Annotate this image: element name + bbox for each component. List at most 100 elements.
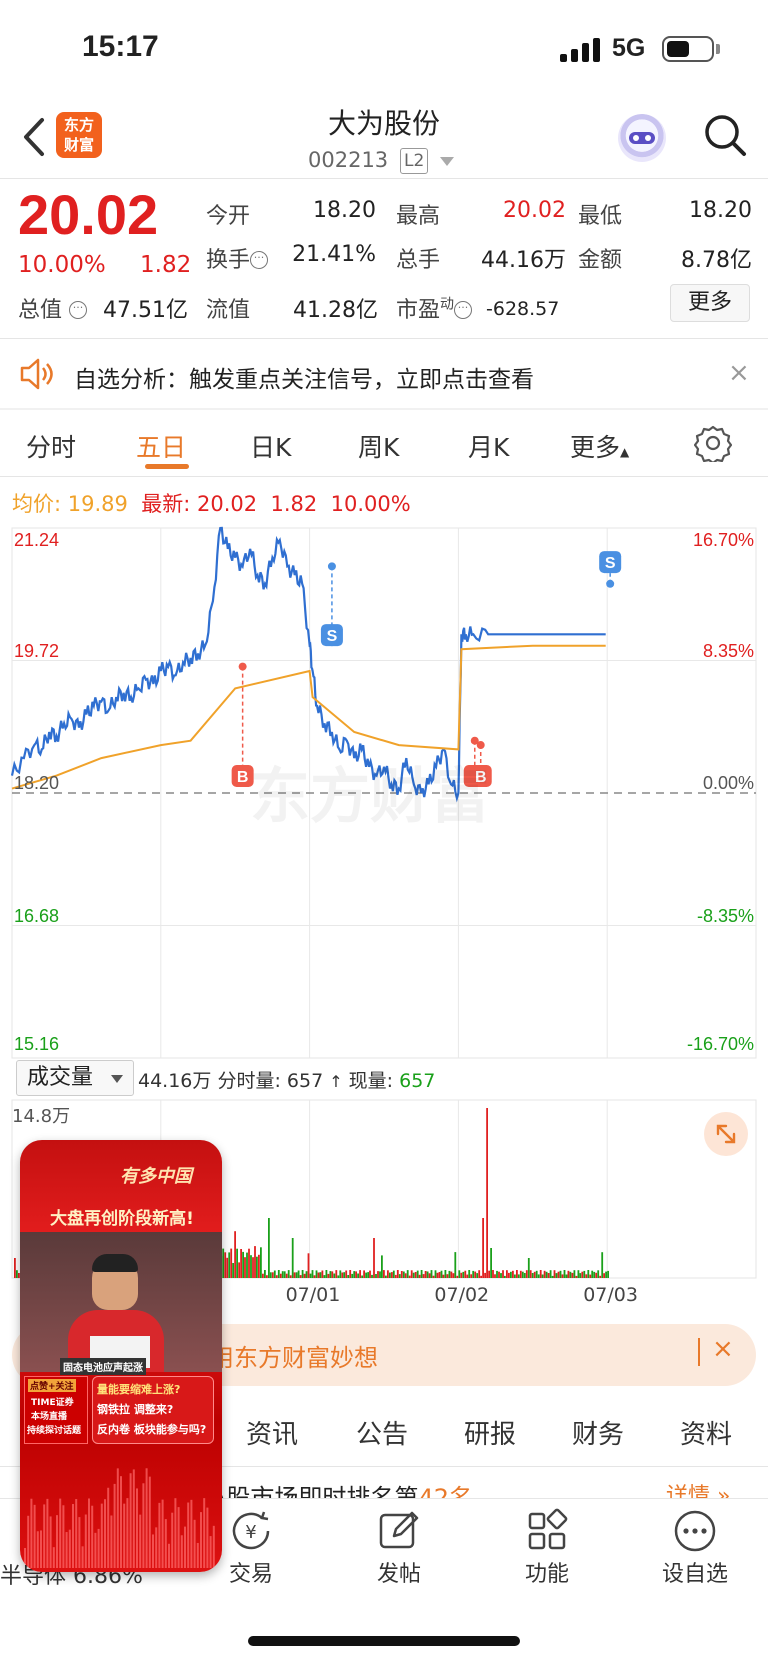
- more-button[interactable]: 更多: [670, 284, 750, 322]
- volume-bar: [396, 1270, 399, 1278]
- volume-bar: [226, 1257, 229, 1278]
- volume-bar: [293, 1272, 296, 1278]
- nav-watchlist-label[interactable]: 设自选: [645, 1556, 745, 1588]
- close-icon[interactable]: ×: [712, 1334, 734, 1364]
- volume-bar: [464, 1270, 467, 1278]
- video-bar: [212, 1525, 215, 1568]
- volume-bar: [601, 1252, 604, 1278]
- volume-bar: [275, 1275, 278, 1278]
- edit-icon[interactable]: [376, 1508, 422, 1554]
- volume-bar: [476, 1273, 479, 1278]
- volume-bar: [394, 1274, 397, 1278]
- status-time: 15:17: [82, 30, 159, 63]
- volume-bar: [385, 1275, 387, 1278]
- volume-bar: [543, 1270, 546, 1278]
- sell-marker[interactable]: S: [320, 562, 343, 647]
- expand-icon[interactable]: [704, 1112, 748, 1156]
- volume-bar: [341, 1272, 344, 1278]
- video-bar: [68, 1529, 71, 1568]
- tab-daily-k[interactable]: 日K: [250, 428, 291, 464]
- robot-assistant-icon[interactable]: [618, 114, 666, 162]
- volume-bar: [569, 1271, 572, 1278]
- close-icon[interactable]: ×: [728, 358, 750, 388]
- volume-bar: [460, 1272, 463, 1278]
- volume-bar: [539, 1270, 542, 1278]
- quote-label: 最低: [578, 204, 623, 229]
- gear-icon[interactable]: [694, 424, 732, 462]
- video-bar: [209, 1536, 212, 1568]
- tab-financials[interactable]: 财务: [572, 1414, 624, 1451]
- volume-bar: [333, 1273, 336, 1278]
- volume-bar: [446, 1274, 449, 1278]
- home-indicator: [248, 1636, 520, 1646]
- quote-label: 今开: [206, 204, 251, 229]
- video-bar: [100, 1503, 103, 1568]
- volume-bar: [347, 1275, 350, 1278]
- volume-bar: [436, 1272, 439, 1278]
- more-icon[interactable]: [672, 1508, 718, 1554]
- volume-bar: [367, 1272, 369, 1278]
- tab-profile[interactable]: 资料: [680, 1414, 732, 1451]
- volume-bar: [440, 1270, 443, 1278]
- banner-text[interactable]: 自选分析：触发重点关注信号，立即点击查看: [74, 360, 534, 394]
- volume-bar: [583, 1270, 586, 1278]
- volume-bar: [408, 1275, 411, 1278]
- level2-badge[interactable]: L2: [400, 148, 429, 174]
- video-bar: [72, 1504, 74, 1568]
- volume-bar: [458, 1270, 461, 1278]
- tab-intraday[interactable]: 分时: [26, 428, 76, 464]
- video-bar: [27, 1515, 30, 1568]
- video-bar: [200, 1512, 202, 1568]
- volume-max-label: 14.8万: [12, 1106, 71, 1127]
- volume-bar: [289, 1275, 292, 1278]
- volume-info: 44.16万 分时量: 657 ↑ 现量: 657: [138, 1070, 436, 1092]
- volume-bar: [510, 1271, 512, 1278]
- volume-bar: [315, 1270, 318, 1278]
- search-icon[interactable]: [700, 110, 750, 160]
- volume-bar: [224, 1252, 227, 1278]
- sell-marker[interactable]: S: [599, 551, 622, 588]
- volume-bar: [365, 1272, 367, 1278]
- volume-bar: [279, 1273, 282, 1278]
- tab-monthly-k[interactable]: 月K: [468, 428, 509, 464]
- tab-news[interactable]: 资讯: [246, 1414, 298, 1451]
- volume-bar: [307, 1253, 310, 1278]
- trade-icon[interactable]: ¥: [228, 1508, 274, 1554]
- volume-bar: [371, 1274, 373, 1278]
- video-bar: [120, 1476, 122, 1568]
- tab-weekly-k[interactable]: 周K: [358, 428, 399, 464]
- promo-text[interactable]: 用东方财富妙想: [210, 1338, 378, 1373]
- indicator-select[interactable]: 成交量: [16, 1060, 134, 1096]
- volume-bar: [527, 1258, 530, 1278]
- tab-five-day[interactable]: 五日: [136, 428, 186, 464]
- separator: [0, 408, 768, 410]
- tab-announcements[interactable]: 公告: [356, 1414, 408, 1451]
- volume-bar: [581, 1271, 584, 1278]
- volume-bar: [472, 1270, 475, 1278]
- tab-research[interactable]: 研报: [464, 1414, 516, 1451]
- video-bar: [84, 1514, 87, 1568]
- volume-bar: [426, 1271, 429, 1278]
- volume-bar: [242, 1251, 244, 1278]
- volume-bar: [517, 1274, 520, 1278]
- volume-bar: [521, 1271, 524, 1278]
- svg-text:¥: ¥: [245, 1522, 256, 1543]
- volume-bar: [565, 1274, 568, 1278]
- chevron-down-icon[interactable]: [440, 157, 454, 166]
- info-icon[interactable]: ···: [454, 301, 473, 319]
- volume-bar: [299, 1275, 302, 1278]
- grid-icon[interactable]: [524, 1508, 570, 1554]
- tab-more[interactable]: 更多▲: [570, 428, 629, 464]
- video-candles: [24, 1468, 215, 1568]
- volume-bar: [281, 1271, 284, 1278]
- change-amount: 1.82: [140, 252, 192, 278]
- nav-post-label[interactable]: 发帖: [349, 1556, 449, 1588]
- y-left-tick: 19.72: [14, 640, 60, 661]
- battery-icon: [662, 36, 714, 62]
- minute-vol-value: 657: [286, 1070, 324, 1092]
- volume-bar: [585, 1274, 588, 1278]
- volume-bar: [597, 1270, 600, 1278]
- info-icon[interactable]: ···: [69, 301, 88, 319]
- floating-live-video[interactable]: 有多中国 大盘再创阶段新高! 固态电池应声起涨 点赞+关注 TIME证券 本场直…: [20, 1140, 222, 1572]
- nav-functions-label[interactable]: 功能: [497, 1556, 597, 1588]
